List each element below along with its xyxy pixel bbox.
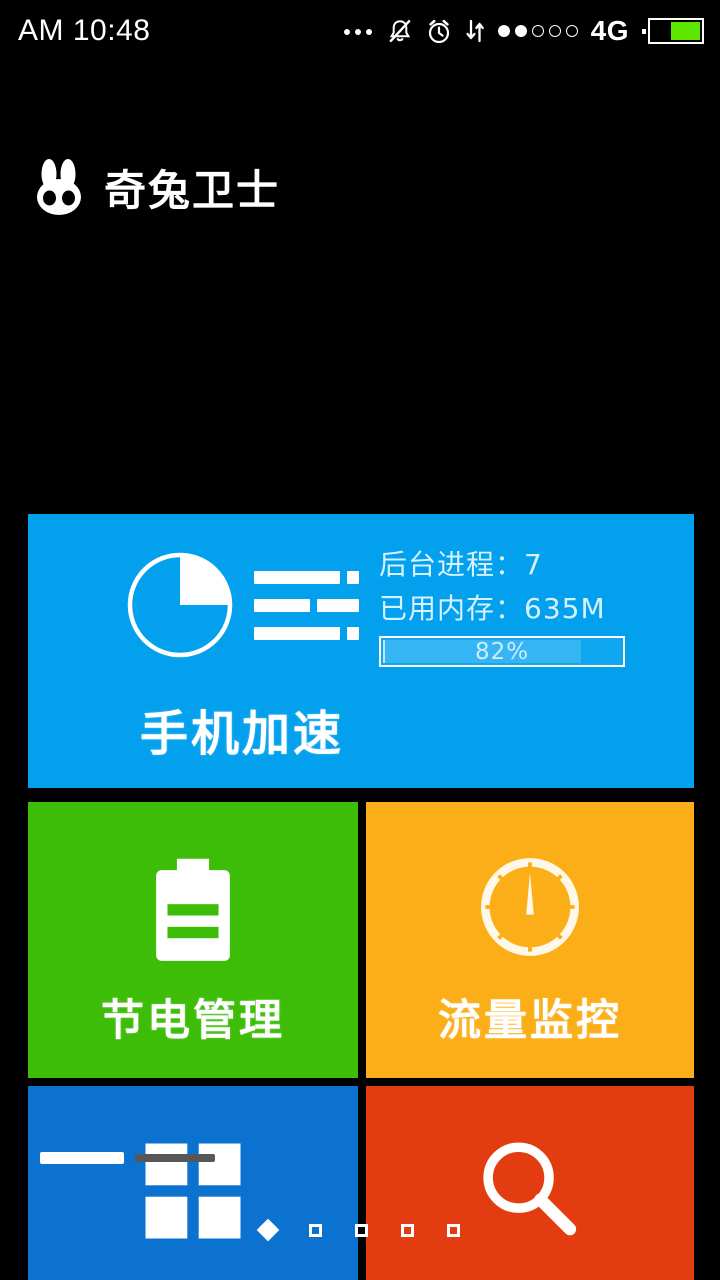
page-dot[interactable] (309, 1223, 322, 1237)
horizontal-scroll-indicator[interactable] (40, 1152, 230, 1164)
magnifier-icon (471, 1116, 589, 1266)
tile-phone-accelerate[interactable]: 后台进程：7 已用内存：635M 82% 手机加速 (28, 514, 694, 788)
phone-screen: AM 10:48 4G 奇兔卫士 后台进程：7 已用内存：635M 82% 手机… (0, 0, 720, 1280)
tile-data-monitor[interactable]: 流量监控 (366, 802, 694, 1078)
app-title: 奇兔卫士 (104, 165, 281, 215)
scroll-indicator-inactive-segment (135, 1154, 215, 1162)
memory-progress-label: 82% (474, 638, 530, 665)
memory-progress-bar: 82% (379, 636, 625, 667)
tile-label-data-monitor: 流量监控 (438, 996, 622, 1046)
alarm-clock-icon (426, 18, 452, 45)
battery-clipboard-icon (141, 832, 245, 982)
page-indicator[interactable] (0, 1218, 720, 1242)
signal-strength-icon (497, 25, 578, 37)
page-dot[interactable] (447, 1223, 460, 1237)
tile-app-management[interactable]: 应用管理 (28, 1086, 358, 1280)
tile-label-app-management: 应用管理 (101, 1270, 285, 1280)
background-process-count: 后台进程：7 (379, 548, 543, 581)
tile-system-detection[interactable]: 系统检测 (366, 1086, 694, 1280)
scroll-indicator-active-segment (40, 1152, 124, 1164)
more-dots-icon (343, 27, 374, 35)
used-memory-value: 已用内存：635M (379, 592, 606, 625)
tile-label-power-management: 节电管理 (101, 996, 285, 1046)
status-bar: AM 10:48 4G (0, 0, 720, 62)
bell-muted-icon (387, 18, 413, 45)
grid-four-squares-icon (136, 1116, 250, 1266)
tile-label-accelerate: 手机加速 (140, 706, 345, 762)
page-dot[interactable] (355, 1223, 368, 1237)
battery-icon (642, 18, 704, 44)
list-lines-icon (254, 570, 359, 640)
page-dot[interactable] (401, 1223, 414, 1237)
network-type-label: 4G (590, 15, 629, 46)
status-icon-group: 4G (343, 15, 704, 47)
tile-label-system-detection: 系统检测 (438, 1270, 622, 1280)
page-dot-active[interactable] (256, 1218, 280, 1242)
app-container: 奇兔卫士 后台进程：7 已用内存：635M 82% 手机加速 节电管理 流量监控 (0, 128, 720, 1280)
data-transfer-icon (465, 18, 485, 44)
gauge-icon (473, 832, 587, 982)
rabbit-logo-icon (30, 157, 88, 217)
app-header: 奇兔卫士 (0, 128, 720, 246)
pie-chart-icon (124, 549, 236, 661)
tile-power-management[interactable]: 节电管理 (28, 802, 358, 1078)
accelerate-stats: 后台进程：7 已用内存：635M 82% (379, 543, 625, 667)
status-clock: AM 10:48 (18, 14, 151, 47)
